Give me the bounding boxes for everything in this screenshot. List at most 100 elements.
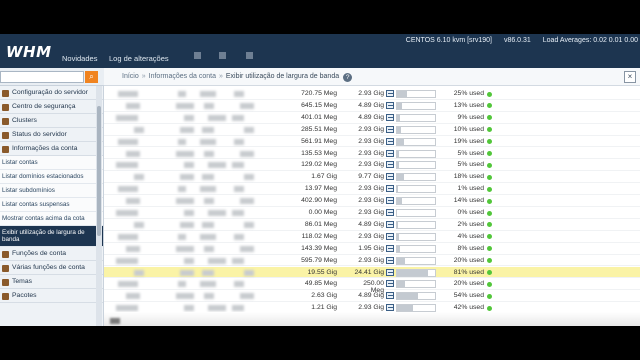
breadcrumb: Início» Informações da conta» Exibir utili…	[122, 73, 353, 82]
bandwidth-limit: 2.93 Gig	[358, 185, 384, 193]
sidebar-category[interactable]: Status do servidor▸	[0, 128, 103, 142]
sidebar-category[interactable]: Clusters▸	[0, 114, 103, 128]
edit-limit-icon[interactable]	[386, 137, 394, 145]
bandwidth-limit: 4.89 Gig	[358, 101, 384, 109]
sidebar-category-label: Pacotes	[12, 292, 37, 299]
usage-bar	[396, 268, 436, 277]
edit-limit-icon[interactable]	[386, 101, 394, 109]
os-info: CENTOS 6.10 kvm [srv190]	[405, 37, 492, 44]
usage-percent: 1% used	[457, 185, 484, 193]
redacted-cell	[240, 245, 254, 252]
nav-novidades[interactable]: Novidades	[62, 54, 97, 63]
sidebar-link[interactable]: Listar contas suspensas	[0, 198, 103, 212]
redacted-cell	[244, 221, 254, 228]
edit-limit-icon[interactable]	[386, 161, 394, 169]
edit-limit-icon[interactable]	[386, 113, 394, 121]
usage-percent: 20% used	[453, 280, 484, 288]
usage-bar-fill	[397, 91, 407, 97]
sidebar-category[interactable]: Temas▸	[0, 275, 103, 289]
sidebar-category-label: Configuração do servidor	[12, 89, 88, 96]
edit-limit-icon[interactable]	[386, 244, 394, 252]
sidebar-scroll-thumb[interactable]	[97, 106, 101, 236]
redacted-cell	[244, 174, 254, 181]
edit-limit-icon[interactable]	[386, 197, 394, 205]
help-icon[interactable]: ?	[343, 73, 353, 82]
table-row: 561.91 Meg 2.93 Gig 19% used	[104, 136, 640, 148]
redacted-cell	[234, 281, 244, 288]
redacted-cell	[200, 281, 216, 288]
redacted-cell	[126, 293, 140, 300]
usage-bar	[396, 113, 436, 122]
redacted-cell	[240, 102, 254, 109]
whm-logo[interactable]: WHM	[6, 43, 52, 61]
usage-percent: 81% used	[453, 268, 484, 276]
redacted-cell	[184, 257, 194, 264]
bandwidth-table: 720.75 Meg 2.93 Gig 25% used 645.15 Meg 4.89…	[104, 86, 640, 326]
edit-limit-icon[interactable]	[386, 209, 394, 216]
bandwidth-used: 135.53 Meg	[301, 149, 337, 157]
sidebar-link[interactable]: Listar contas	[0, 156, 103, 170]
edit-limit-icon[interactable]	[386, 173, 394, 181]
redacted-cell	[116, 162, 138, 169]
usage-bar	[396, 292, 436, 301]
status-ok-icon	[487, 186, 492, 192]
table-row: 2.63 Gig 4.89 Gig 54% used	[104, 290, 640, 303]
redacted-text	[110, 318, 120, 324]
bandwidth-used: 1.21 Gig	[311, 304, 337, 312]
edit-limit-icon[interactable]	[386, 90, 394, 97]
usage-bar	[396, 137, 436, 146]
status-ok-icon	[487, 270, 492, 275]
nav-changelog[interactable]: Log de alterações	[109, 54, 169, 63]
sidebar-scrollbar[interactable]	[96, 86, 102, 326]
redacted-cell	[180, 221, 194, 228]
usage-percent: 42% used	[453, 304, 484, 312]
edit-limit-icon[interactable]	[386, 280, 394, 288]
redacted-cell	[232, 162, 244, 169]
usage-bar-fill	[397, 245, 401, 252]
sidebar-category-label: Centro de segurança	[12, 103, 76, 110]
edit-limit-icon[interactable]	[386, 304, 394, 312]
edit-limit-icon[interactable]	[386, 232, 394, 240]
usage-bar	[396, 185, 436, 194]
sidebar-category[interactable]: Centro de segurança▸	[0, 100, 103, 114]
sidebar-category[interactable]: Várias funções de conta▸	[0, 261, 103, 275]
sidebar-link[interactable]: Mostrar contas acima da cota	[0, 212, 103, 226]
table-footer	[104, 312, 640, 326]
usage-bar	[396, 197, 436, 206]
sidebar-link[interactable]: Listar subdomínios	[0, 184, 103, 198]
redacted-cell	[176, 102, 194, 109]
edit-limit-icon[interactable]	[386, 149, 394, 157]
table-row: 135.53 Meg 2.93 Gig 5% used	[104, 148, 640, 160]
sidebar-link[interactable]: Exibir utilização de largura de banda	[0, 226, 103, 247]
sidebar-category[interactable]: Informações da conta▸	[0, 142, 103, 156]
breadcrumb-bar: Início» Informações da conta» Exibir utili…	[104, 68, 640, 86]
edit-limit-icon[interactable]	[386, 256, 394, 264]
sidebar-link[interactable]: Listar domínios estacionados	[0, 170, 103, 184]
search-button[interactable]: ⌕	[85, 71, 98, 83]
edit-limit-icon[interactable]	[386, 268, 394, 276]
redacted-cell	[240, 150, 254, 157]
lock-icon	[2, 104, 9, 111]
sidebar-category[interactable]: Funções de conta▸	[0, 247, 103, 261]
edit-limit-icon[interactable]	[386, 292, 394, 300]
edit-limit-icon[interactable]	[386, 220, 394, 228]
usage-bar	[396, 125, 436, 134]
redacted-cell	[118, 233, 138, 240]
redacted-cell	[232, 305, 244, 312]
usage-percent: 8% used	[457, 244, 484, 252]
usage-bar	[396, 149, 436, 158]
usage-bar-fill	[397, 114, 401, 121]
sidebar-category[interactable]: Pacotes▸	[0, 289, 103, 303]
close-button[interactable]: ×	[624, 71, 636, 83]
search-input[interactable]	[0, 71, 84, 83]
usage-bar-fill	[397, 174, 404, 181]
edit-limit-icon[interactable]	[386, 125, 394, 133]
sidebar-category[interactable]: Configuração do servidor▸	[0, 86, 103, 100]
usage-bar-fill	[397, 162, 399, 169]
redacted-cell	[178, 91, 186, 97]
breadcrumb-account-info[interactable]: Informações da conta	[149, 73, 216, 80]
edit-limit-icon[interactable]	[386, 185, 394, 193]
redacted-cell	[180, 174, 194, 181]
breadcrumb-home[interactable]: Início	[122, 73, 139, 80]
redacted-cell	[208, 162, 226, 169]
